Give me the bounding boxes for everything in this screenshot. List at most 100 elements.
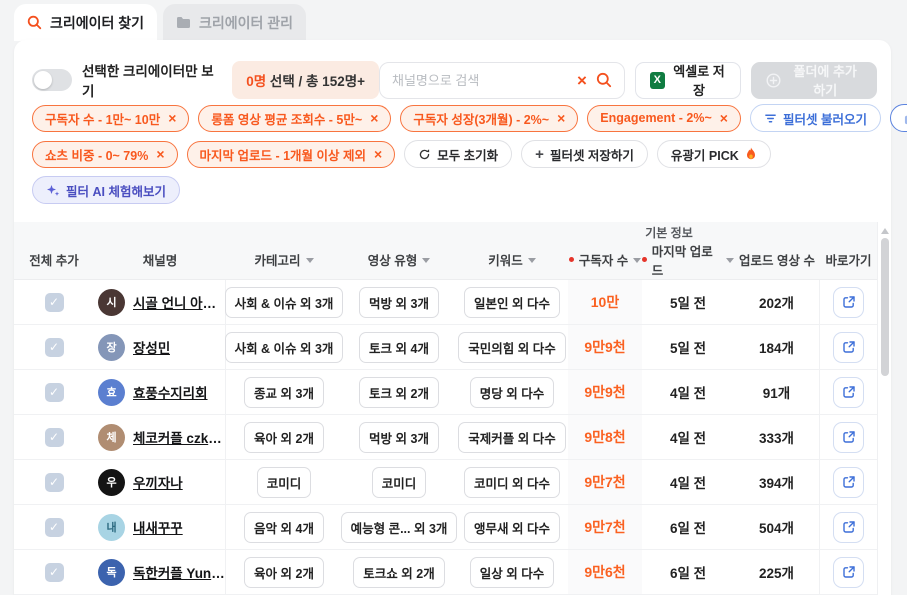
filter-lines-icon: [764, 112, 777, 125]
group-header-label: 기본 정보: [614, 224, 724, 241]
header-category[interactable]: 카테고리: [226, 240, 342, 279]
cell-last-upload: 5일 전: [642, 280, 734, 324]
page: 크리에이터 찾기 크리에이터 관리 선택한 크리에이터만 보기 0명 선택 / …: [0, 0, 907, 595]
header-shortcut: 바로가기: [820, 240, 877, 279]
row-checkbox[interactable]: ✓: [45, 428, 64, 447]
total-count: 선택 / 총 152명+: [270, 74, 365, 89]
channel-name-link[interactable]: 장성민: [133, 337, 170, 357]
chevron-down-icon: [633, 258, 641, 263]
add-to-folder-button[interactable]: 폴더에 추가하기: [751, 62, 877, 99]
scrollbar-thumb[interactable]: [881, 238, 889, 376]
cell-checkbox: ✓: [14, 415, 94, 459]
check-icon: ✓: [49, 386, 59, 398]
keyword-tag: 국민의힘 외 다수: [458, 332, 565, 363]
selected-only-toggle[interactable]: [32, 69, 72, 91]
sort-filters-button[interactable]: 필터 정렬하기: [890, 104, 907, 132]
cell-last-upload: 5일 전: [642, 325, 734, 369]
table-group-header: 기본 정보: [14, 222, 877, 240]
video-type-tag: 토크 외 2개: [359, 377, 439, 408]
clear-search-icon[interactable]: ×: [577, 72, 587, 89]
cell-last-upload: 4일 전: [642, 415, 734, 459]
cell-channel: 체 체코커플 czkorco...: [94, 415, 226, 459]
open-channel-button[interactable]: [833, 422, 864, 453]
external-link-icon: [842, 385, 856, 399]
remove-filter-icon[interactable]: ×: [557, 111, 565, 125]
header-video-type[interactable]: 영상 유형: [342, 240, 456, 279]
row-checkbox[interactable]: ✓: [45, 338, 64, 357]
chevron-down-icon: [422, 258, 430, 263]
check-icon: ✓: [49, 521, 59, 533]
upload-count: 202개: [759, 292, 794, 312]
category-tag: 사회 & 이슈 외 3개: [225, 332, 344, 363]
row-checkbox[interactable]: ✓: [45, 293, 64, 312]
pick-button[interactable]: 유광기 PICK: [657, 140, 771, 168]
load-filterset-button[interactable]: 필터셋 불러오기: [750, 104, 881, 132]
channel-name-link[interactable]: 시골 언니 아유미...: [133, 292, 225, 312]
remove-filter-icon[interactable]: ×: [374, 147, 382, 161]
avatar: 우: [98, 469, 125, 496]
open-channel-button[interactable]: [833, 287, 864, 318]
table-row: ✓ 우 우끼자나 코미디 코미디 코미디 외 다수 9만7천 4일 전 394개: [14, 460, 877, 505]
row-checkbox[interactable]: ✓: [45, 383, 64, 402]
header-add-all: 전체 추가: [14, 240, 94, 279]
external-link-icon: [842, 430, 856, 444]
last-upload: 6일 전: [670, 517, 706, 537]
row-checkbox[interactable]: ✓: [45, 473, 64, 492]
open-channel-button[interactable]: [833, 467, 864, 498]
check-icon: ✓: [49, 296, 59, 308]
cell-last-upload: 4일 전: [642, 460, 734, 504]
last-upload: 5일 전: [670, 292, 706, 312]
category-tag: 코미디: [257, 467, 312, 498]
table-row: ✓ 시 시골 언니 아유미... 사회 & 이슈 외 3개 먹방 외 3개 일본…: [14, 280, 877, 325]
controls-row: 선택한 크리에이터만 보기 0명 선택 / 총 152명+ × X 엑셀로 저장: [14, 40, 891, 98]
creator-table: 기본 정보 전체 추가 채널명 카테고리 영상 유형 키워드 구독자 수 마지막…: [14, 222, 877, 595]
row-checkbox[interactable]: ✓: [45, 563, 64, 582]
channel-name-link[interactable]: 우끼자나: [133, 472, 183, 492]
header-upload-count: 업로드 영상 수: [734, 240, 820, 279]
remove-filter-icon[interactable]: ×: [720, 111, 728, 125]
cell-subscribers: 9만7천: [568, 460, 642, 504]
selected-count: 0명: [246, 74, 266, 89]
cell-last-upload: 6일 전: [642, 550, 734, 594]
cell-video-type: 먹방 외 3개: [342, 415, 456, 459]
row-checkbox[interactable]: ✓: [45, 518, 64, 537]
scrollbar: [877, 222, 891, 595]
flame-icon: [745, 147, 757, 161]
save-filterset-button[interactable]: + 필터셋 저장하기: [521, 140, 648, 168]
scrollbar-up-arrow-icon[interactable]: [881, 228, 889, 234]
excel-export-button[interactable]: X 엑셀로 저장: [635, 62, 741, 99]
search-input[interactable]: [392, 73, 568, 88]
cell-keyword: 국제커플 외 다수: [456, 415, 568, 459]
refresh-icon: [418, 148, 431, 161]
remove-filter-icon[interactable]: ×: [156, 147, 164, 161]
video-type-tag: 먹방 외 3개: [359, 287, 439, 318]
open-channel-button[interactable]: [833, 332, 864, 363]
open-channel-button[interactable]: [833, 557, 864, 588]
sparkle-icon: [46, 183, 60, 197]
tab-creator-search[interactable]: 크리에이터 찾기: [14, 4, 157, 41]
header-keyword[interactable]: 키워드: [456, 240, 568, 279]
header-last-upload[interactable]: 마지막 업로드: [642, 240, 734, 279]
search-icon[interactable]: [596, 72, 612, 88]
open-channel-button[interactable]: [833, 512, 864, 543]
filters-section: 구독자 수 - 1만~ 10만 × 롱폼 영상 평균 조회수 - 5만~ × 구…: [14, 98, 891, 204]
channel-name-link[interactable]: 내새꾸꾸: [133, 517, 183, 537]
channel-name-link[interactable]: 효풍수지리회: [133, 382, 208, 402]
tab-creator-manage[interactable]: 크리에이터 관리: [163, 4, 306, 41]
reset-all-button[interactable]: 모두 초기화: [404, 140, 512, 168]
filter-ai-button[interactable]: 필터 AI 체험해보기: [32, 176, 180, 204]
search-box: ×: [379, 62, 625, 99]
tab-label: 크리에이터 관리: [199, 13, 293, 33]
channel-name-link[interactable]: 독한커플 Yunhoa...: [133, 562, 225, 582]
subscriber-count: 9만7천: [584, 472, 625, 492]
plus-circle-icon: [766, 73, 781, 88]
external-link-icon: [842, 340, 856, 354]
open-channel-button[interactable]: [833, 377, 864, 408]
remove-filter-icon[interactable]: ×: [370, 111, 378, 125]
avatar: 체: [98, 424, 125, 451]
keyword-tag: 코미디 외 다수: [464, 467, 560, 498]
channel-name-link[interactable]: 체코커플 czkorco...: [133, 427, 225, 447]
header-subscribers[interactable]: 구독자 수: [568, 240, 642, 279]
remove-filter-icon[interactable]: ×: [168, 111, 176, 125]
cell-keyword: 일상 외 다수: [456, 550, 568, 594]
